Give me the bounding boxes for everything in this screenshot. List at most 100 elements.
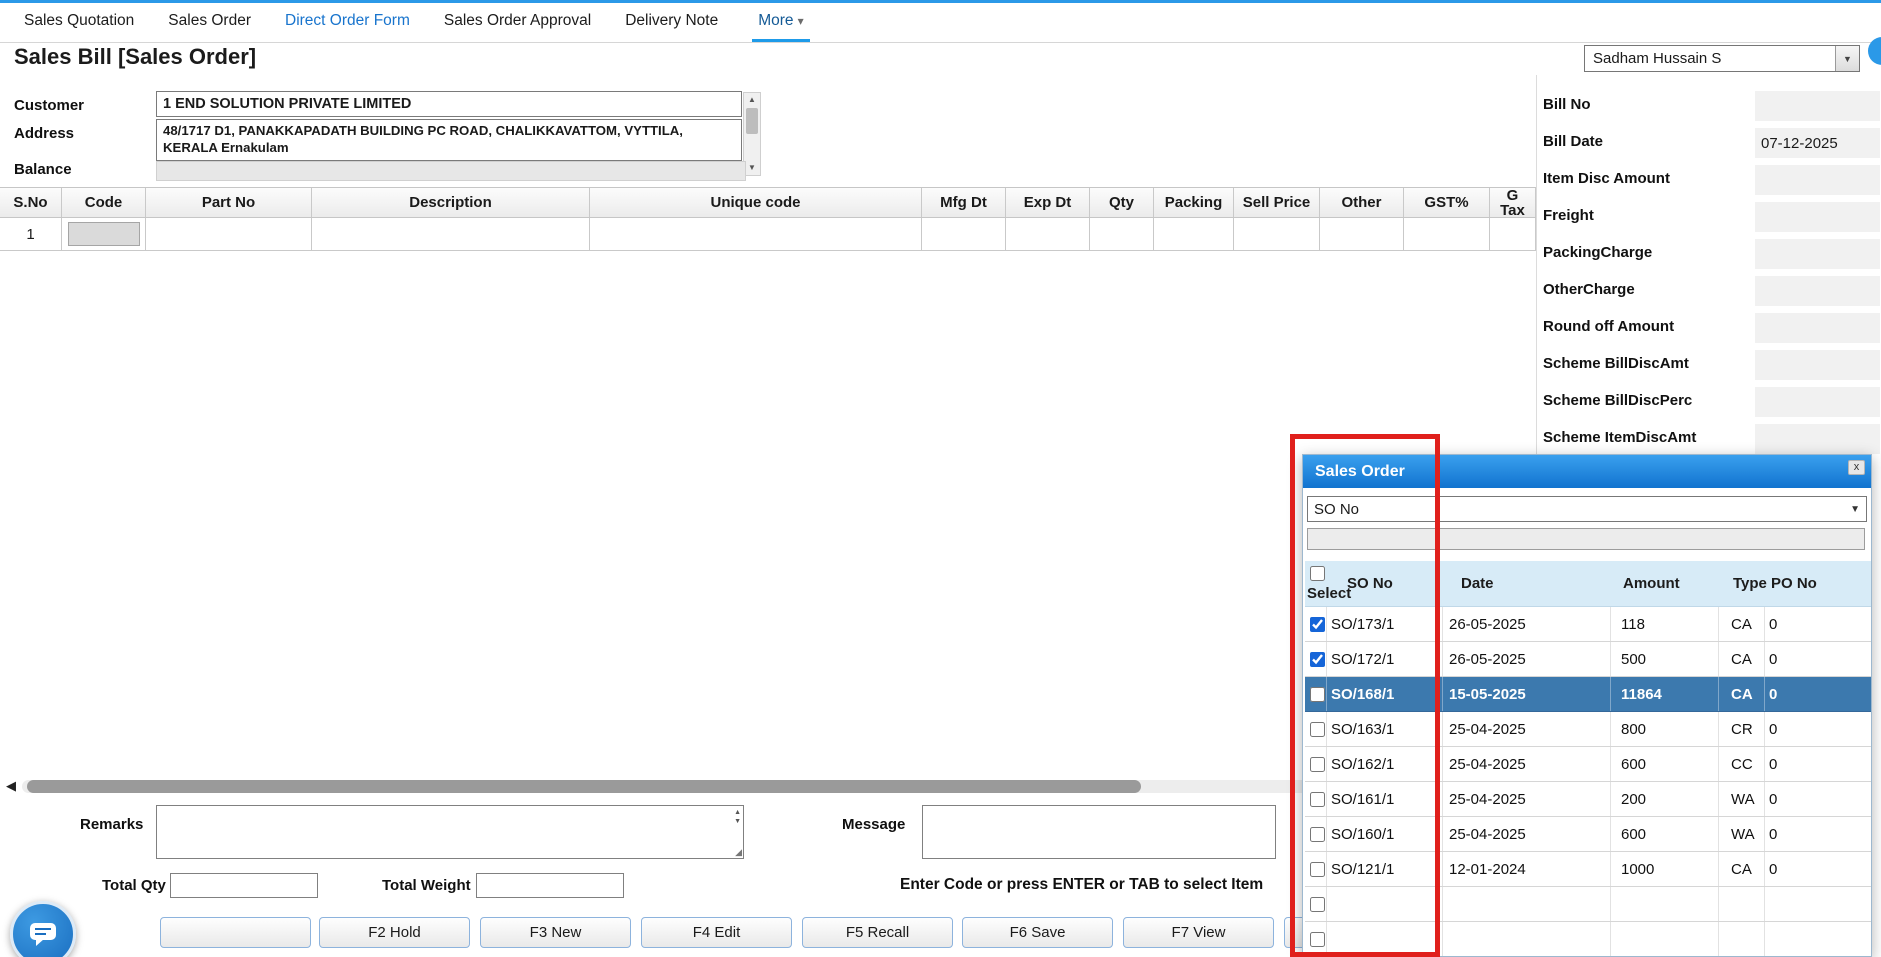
tab-sales-order-approval[interactable]: Sales Order Approval — [444, 2, 591, 42]
tab-sales-order[interactable]: Sales Order — [168, 2, 251, 42]
total-qty-label: Total Qty — [102, 877, 166, 894]
so-search-input[interactable] — [1307, 528, 1865, 550]
f4-edit-button[interactable]: F4 Edit — [641, 917, 792, 948]
col-code: Code — [62, 188, 146, 217]
customer-label: Customer — [14, 97, 84, 114]
bill-no-value[interactable] — [1755, 91, 1880, 121]
f2-hold-button[interactable]: F2 Hold — [319, 917, 470, 948]
cell-other[interactable] — [1320, 218, 1404, 250]
cell-part-no[interactable] — [146, 218, 312, 250]
f7-view-button[interactable]: F7 View — [1123, 917, 1274, 948]
round-off-label: Round off Amount — [1543, 318, 1674, 335]
close-icon[interactable]: x — [1848, 460, 1865, 475]
cell-sell-price[interactable] — [1234, 218, 1320, 250]
row-checkbox[interactable] — [1310, 617, 1325, 632]
field-packing-charge: PackingCharge — [1537, 236, 1881, 273]
address-input[interactable]: 48/1717 D1, PANAKKAPADATH BUILDING PC RO… — [156, 119, 742, 161]
cell-mfg-dt[interactable] — [922, 218, 1006, 250]
spinner-up-icon[interactable]: ▲ — [734, 809, 741, 817]
dialog-title: Sales Order — [1315, 463, 1405, 481]
row-checkbox[interactable] — [1310, 897, 1325, 912]
message-input[interactable] — [923, 806, 1275, 858]
scrollbar-thumb[interactable] — [746, 108, 758, 134]
tab-delivery-note[interactable]: Delivery Note — [625, 2, 718, 42]
f5-recall-button[interactable]: F5 Recall — [802, 917, 953, 948]
scroll-up-icon[interactable]: ▲ — [744, 93, 760, 107]
f3-new-button[interactable]: F3 New — [480, 917, 631, 948]
so-row[interactable]: SO/173/1 26-05-2025 118 CA 0 — [1305, 607, 1871, 642]
row-checkbox[interactable] — [1310, 757, 1325, 772]
items-table-header: S.No Code Part No Description Unique cod… — [0, 187, 1537, 218]
cell-g-tax[interactable] — [1490, 218, 1536, 250]
bill-date-value[interactable]: 07-12-2025 — [1755, 128, 1880, 158]
date-cell: 25-04-2025 — [1443, 817, 1611, 851]
po-no-cell: 0 — [1765, 642, 1871, 676]
row-checkbox[interactable] — [1310, 827, 1325, 842]
cell-code[interactable] — [62, 218, 146, 250]
total-weight-input[interactable] — [476, 873, 624, 898]
cell-gst[interactable] — [1404, 218, 1490, 250]
so-row[interactable]: SO/121/1 12-01-2024 1000 CA 0 — [1305, 852, 1871, 887]
row-checkbox[interactable] — [1310, 722, 1325, 737]
round-off-value[interactable] — [1755, 313, 1880, 343]
amount-cell: 11864 — [1611, 677, 1719, 711]
scroll-down-icon[interactable]: ▼ — [744, 161, 760, 175]
scheme-billdiscamt-value[interactable] — [1755, 350, 1880, 380]
customer-input[interactable]: 1 END SOLUTION PRIVATE LIMITED — [156, 91, 742, 117]
so-row[interactable]: SO/162/1 25-04-2025 600 CC 0 — [1305, 747, 1871, 782]
other-charge-value[interactable] — [1755, 276, 1880, 306]
tab-sales-quotation[interactable]: Sales Quotation — [24, 2, 134, 42]
items-table-row[interactable]: 1 — [0, 218, 1537, 251]
total-qty-input[interactable] — [170, 873, 318, 898]
so-row[interactable]: SO/161/1 25-04-2025 200 WA 0 — [1305, 782, 1871, 817]
f1-button[interactable] — [160, 917, 311, 948]
so-table: Select SO No Date Amount Type PO No SO/1… — [1305, 561, 1871, 956]
field-freight: Freight — [1537, 199, 1881, 236]
packing-charge-value[interactable] — [1755, 239, 1880, 269]
so-row-selected[interactable]: SO/168/1 15-05-2025 11864 CA 0 — [1305, 677, 1871, 712]
scheme-itemdiscamt-value[interactable] — [1755, 424, 1880, 454]
freight-value[interactable] — [1755, 202, 1880, 232]
horizontal-scrollbar-thumb[interactable] — [27, 780, 1141, 793]
cell-qty[interactable] — [1090, 218, 1154, 250]
row-checkbox[interactable] — [1310, 792, 1325, 807]
code-cell-cursor[interactable] — [68, 222, 140, 246]
row-checkbox[interactable] — [1310, 652, 1325, 667]
dropdown-arrow-icon[interactable]: ▼ — [1835, 46, 1859, 71]
cell-sno: 1 — [0, 218, 62, 250]
tab-more[interactable]: More▾ — [752, 2, 809, 42]
remarks-input[interactable] — [157, 806, 743, 858]
select-all-checkbox[interactable] — [1310, 566, 1325, 581]
scroll-left-icon[interactable]: ◀ — [6, 778, 16, 794]
so-row-empty[interactable] — [1305, 887, 1871, 922]
cell-packing[interactable] — [1154, 218, 1234, 250]
so-row[interactable]: SO/160/1 25-04-2025 600 WA 0 — [1305, 817, 1871, 852]
so-row-empty[interactable] — [1305, 922, 1871, 956]
row-checkbox[interactable] — [1310, 687, 1325, 702]
row-checkbox-cell — [1305, 887, 1327, 921]
tab-direct-order-form[interactable]: Direct Order Form — [285, 2, 410, 42]
row-checkbox[interactable] — [1310, 862, 1325, 877]
row-checkbox-cell — [1305, 817, 1327, 851]
cell-unique-code[interactable] — [590, 218, 922, 250]
dialog-titlebar[interactable]: Sales Order — [1303, 455, 1871, 488]
so-row[interactable]: SO/172/1 26-05-2025 500 CA 0 — [1305, 642, 1871, 677]
row-checkbox[interactable] — [1310, 932, 1325, 947]
so-row[interactable]: SO/163/1 25-04-2025 800 CR 0 — [1305, 712, 1871, 747]
resize-grip-icon[interactable]: ◢ — [735, 847, 742, 858]
field-other-charge: OtherCharge — [1537, 273, 1881, 310]
spinner-down-icon[interactable]: ▼ — [734, 818, 741, 826]
scheme-billdiscperc-value[interactable] — [1755, 387, 1880, 417]
f6-save-button[interactable]: F6 Save — [962, 917, 1113, 948]
type-cell: CC — [1719, 747, 1765, 781]
cell-exp-dt[interactable] — [1006, 218, 1090, 250]
chat-widget-button[interactable] — [10, 901, 76, 957]
date-cell: 12-01-2024 — [1443, 852, 1611, 886]
user-dropdown[interactable]: Sadham Hussain S ▼ — [1584, 45, 1860, 72]
so-filter-dropdown[interactable]: SO No ▼ — [1307, 496, 1867, 522]
date-cell: 26-05-2025 — [1443, 642, 1611, 676]
cell-description[interactable] — [312, 218, 590, 250]
item-disc-amount-value[interactable] — [1755, 165, 1880, 195]
type-cell — [1719, 922, 1765, 956]
horizontal-scrollbar[interactable] — [22, 780, 1522, 793]
